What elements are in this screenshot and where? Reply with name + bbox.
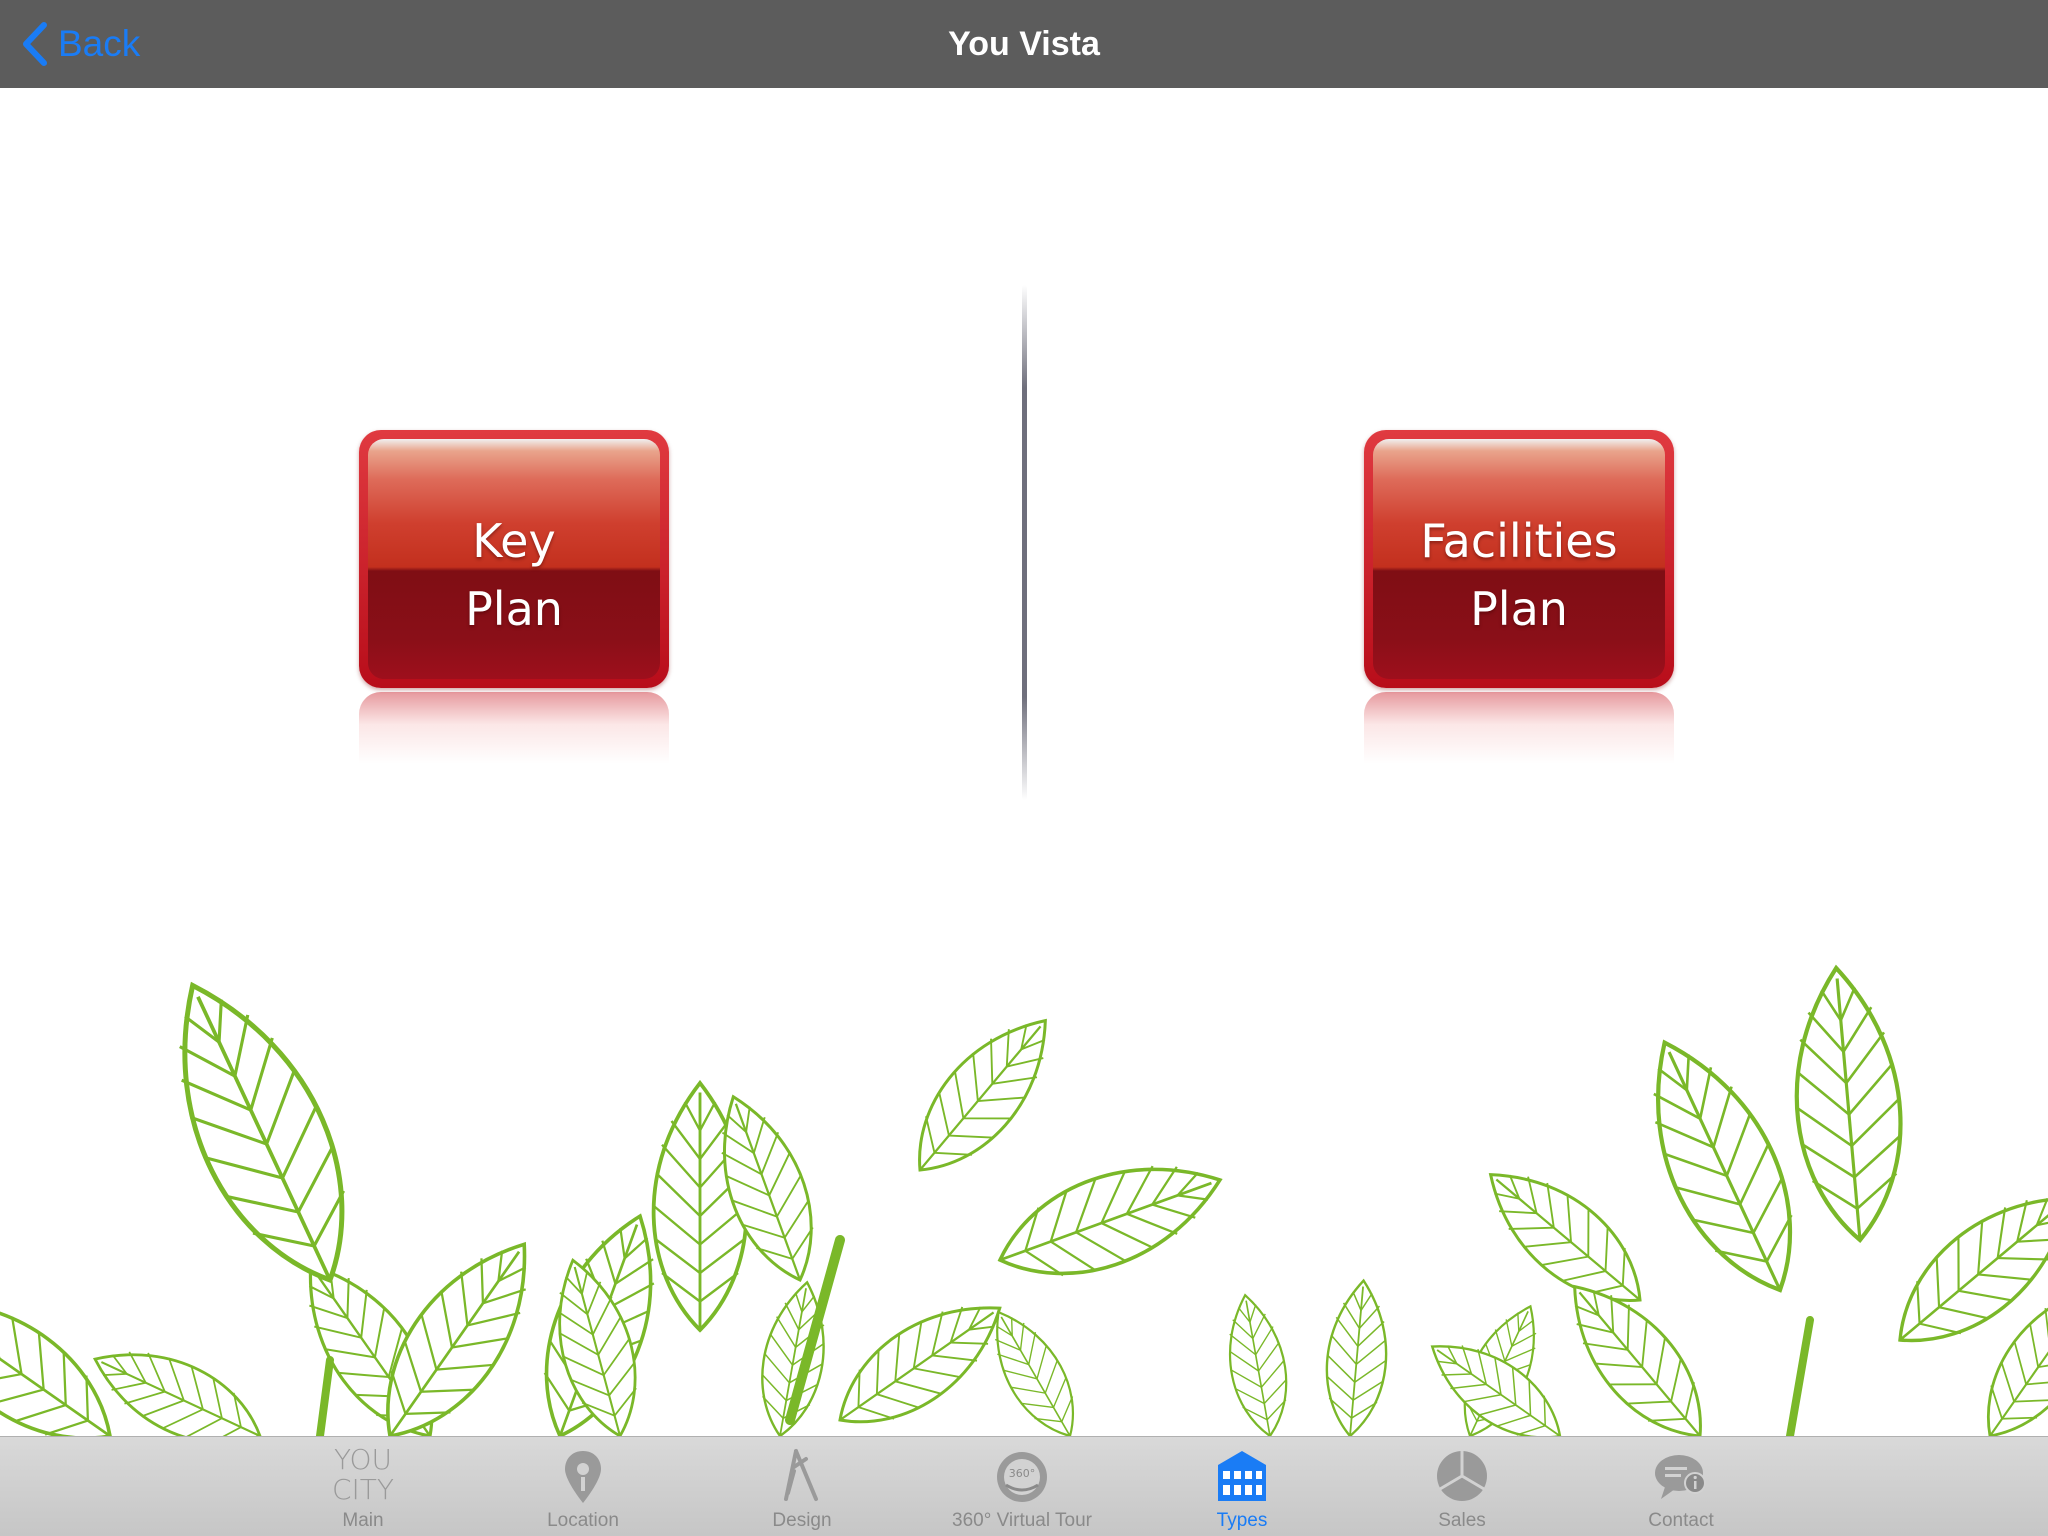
back-button[interactable]: Back xyxy=(20,18,140,70)
tab-location[interactable]: Location xyxy=(493,1437,673,1536)
tab-sales[interactable]: Sales xyxy=(1372,1437,1552,1536)
pie-chart-icon xyxy=(1437,1451,1487,1501)
location-pin-icon xyxy=(565,1451,601,1503)
tab-sales-label: Sales xyxy=(1438,1510,1486,1531)
compass-drawing-icon xyxy=(784,1449,818,1501)
you-city-logo-icon: YOU CITY xyxy=(331,1443,394,1506)
tab-contact-label: Contact xyxy=(1648,1510,1714,1531)
center-divider xyxy=(1022,285,1027,800)
key-plan-reflection xyxy=(359,692,669,764)
tab-types-label: Types xyxy=(1216,1510,1268,1531)
key-plan-button[interactable]: Key Plan xyxy=(359,430,669,688)
facilities-plan-button-face: Facilities Plan xyxy=(1373,439,1665,679)
back-label: Back xyxy=(58,23,141,64)
svg-text:360°: 360° xyxy=(1009,1467,1036,1480)
tab-location-label: Location xyxy=(547,1510,619,1531)
building-icon xyxy=(1218,1451,1266,1501)
facilities-plan-reflection xyxy=(1364,692,1674,764)
tab-bar: YOU CITY Main Location Design 360° 360° … xyxy=(0,1436,2048,1536)
tab-main[interactable]: YOU CITY Main xyxy=(273,1437,453,1536)
tab-virtual-tour-label: 360° Virtual Tour xyxy=(952,1510,1092,1531)
facilities-plan-label: Facilities Plan xyxy=(1420,514,1618,636)
facilities-plan-button[interactable]: Facilities Plan xyxy=(1364,430,1674,688)
key-plan-button-face: Key Plan xyxy=(368,439,660,679)
tab-main-label: Main xyxy=(342,1510,384,1531)
navigation-bar: Back You Vista xyxy=(0,0,2048,88)
page-title: You Vista xyxy=(948,25,1100,63)
virtual-tour-icon: 360° xyxy=(997,1452,1047,1502)
tab-virtual-tour[interactable]: 360° 360° Virtual Tour xyxy=(932,1437,1112,1536)
tab-types[interactable]: Types xyxy=(1152,1437,1332,1536)
tab-contact[interactable]: Contact xyxy=(1591,1437,1771,1536)
key-plan-label: Key Plan xyxy=(465,514,563,636)
chevron-left-icon xyxy=(23,22,47,66)
leaves-decoration xyxy=(0,860,2048,1436)
chat-info-icon xyxy=(1655,1455,1706,1499)
tab-design-label: Design xyxy=(772,1510,832,1531)
tab-design[interactable]: Design xyxy=(712,1437,892,1536)
